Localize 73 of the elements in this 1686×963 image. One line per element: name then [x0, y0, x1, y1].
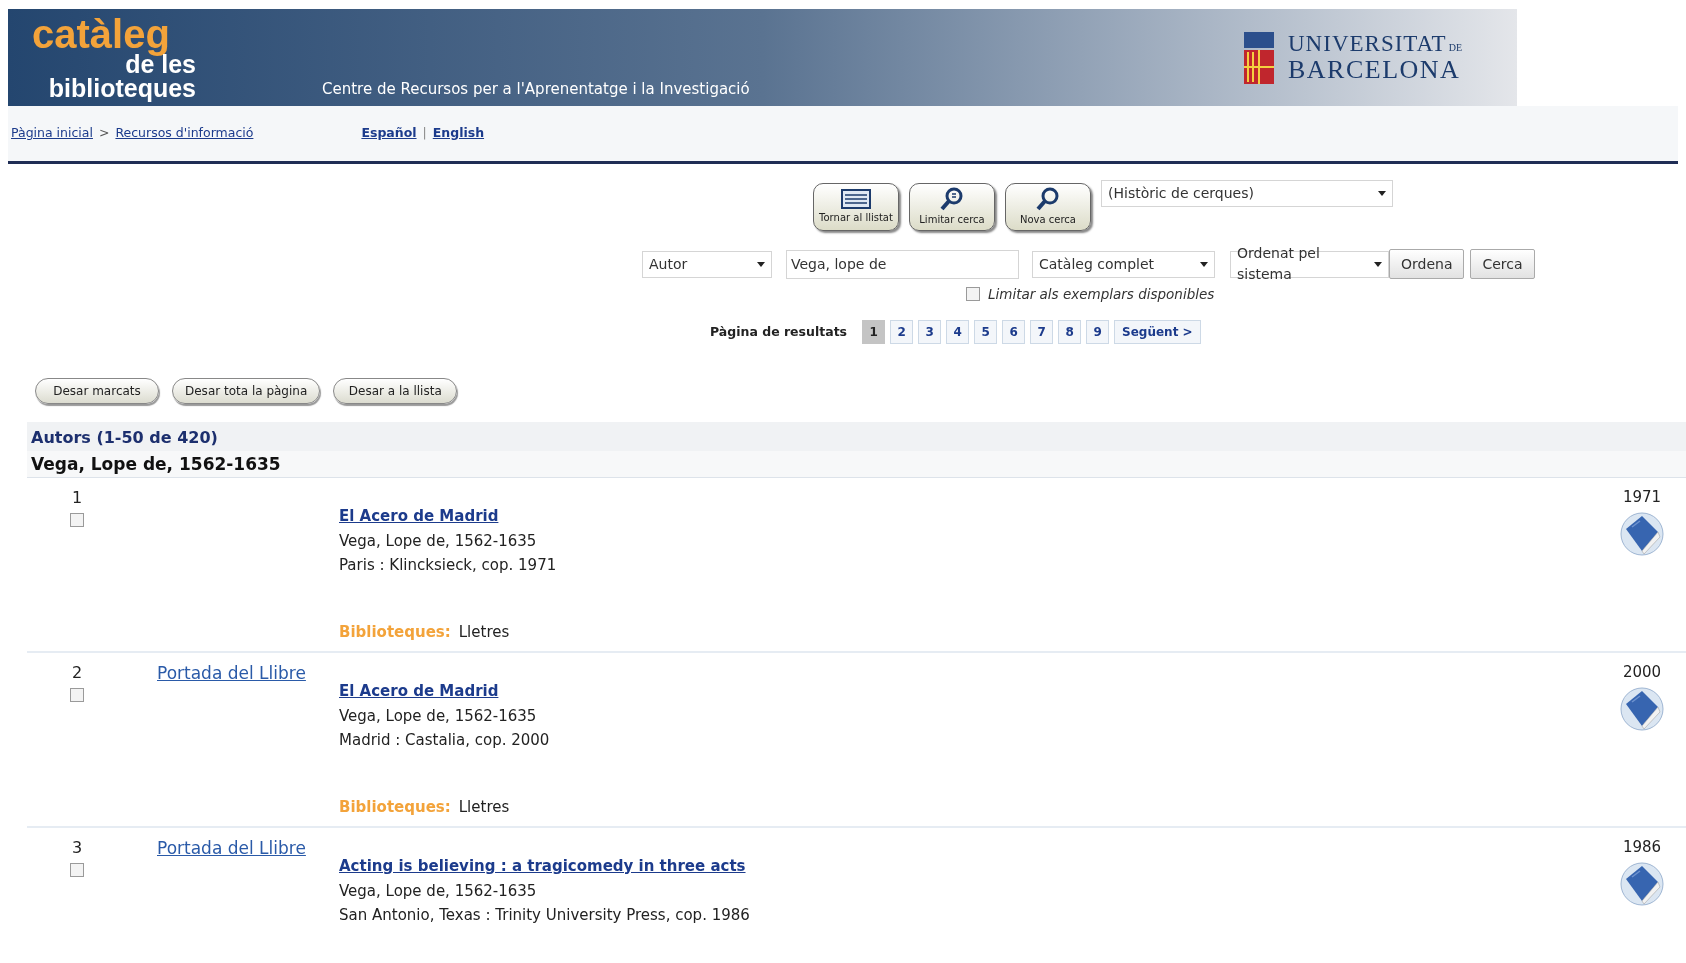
next-page-link[interactable]: Següent > [1114, 320, 1201, 345]
toolbar-button[interactable]: Limitar cerca [909, 183, 995, 231]
checkbox[interactable] [966, 287, 980, 302]
page-link[interactable]: 3 [918, 320, 942, 345]
result-checkbox[interactable] [70, 688, 84, 703]
page-link[interactable]: 5 [974, 320, 998, 345]
result-checkbox[interactable] [70, 513, 84, 528]
book-icon [1620, 860, 1664, 907]
result-number: 3 [71, 837, 83, 860]
result-number: 2 [71, 662, 83, 685]
page-link[interactable]: 8 [1058, 320, 1082, 345]
author-heading: Vega, Lope de, 1562-1635 [27, 451, 1686, 479]
save-button[interactable]: Desar tota la pàgina [172, 378, 321, 405]
cover-link[interactable]: Portada del Llibre [157, 838, 306, 859]
title-link[interactable]: El Acero de Madrid [339, 505, 499, 528]
library-text: Lletres [458, 796, 510, 818]
year-text: 1971 [1622, 487, 1662, 509]
banner-subtitle: Centre de Recursos per a l'Aprenentatge i la Investigació [322, 78, 750, 100]
breadcrumb-link[interactable]: Pàgina inicial [11, 124, 93, 143]
page-link[interactable]: 7 [1030, 320, 1054, 345]
caret-icon [1200, 261, 1208, 267]
pagination-label: Pàgina de resultats [710, 322, 848, 341]
language-separator: | [422, 124, 427, 143]
page-link[interactable]: 1 [862, 320, 886, 345]
search-field[interactable]: Vega, lope de [786, 249, 1019, 279]
library-text: Lletres [458, 621, 510, 643]
university-name: DE [1448, 43, 1462, 53]
language-link[interactable]: English [432, 124, 485, 143]
breadcrumb-separator: > [98, 124, 110, 143]
publisher-text: Paris : Klincksieck, cop. 1971 [339, 555, 558, 577]
book-icon [1620, 685, 1664, 732]
caret-icon [1374, 261, 1382, 267]
university-name: UNIVERSITAT [1288, 32, 1447, 55]
breadcrumb-link[interactable]: Recursos d'informació [115, 124, 254, 143]
magnifier-icon [939, 187, 965, 211]
caret-icon [757, 261, 765, 267]
book-icon [1620, 510, 1664, 557]
search-button[interactable]: Cerca [1470, 249, 1535, 279]
year-text: 2000 [1622, 662, 1662, 684]
result-number: 1 [71, 487, 83, 510]
catalog-select[interactable]: Catàleg complet [1032, 250, 1215, 278]
page-link[interactable]: 9 [1086, 320, 1110, 345]
results-summary: Autors (1-50 de 420) [30, 427, 219, 450]
sort-button[interactable]: Ordena [1389, 249, 1465, 279]
result-checkbox[interactable] [70, 863, 84, 878]
publisher-text: San Antonio, Texas : Trinity University Press, cop. 1986 [339, 905, 751, 927]
field-select[interactable]: Autor [642, 250, 772, 278]
checkbox-label: Limitar als exemplars disponibles [988, 285, 1215, 304]
university-name: BARCELONA [1288, 57, 1462, 83]
caret-icon [1378, 191, 1386, 196]
author-text: Vega, Lope de, 1562-1635 [339, 530, 538, 552]
cover-link[interactable]: Portada del Llibre [157, 663, 306, 684]
author-text: Vega, Lope de, 1562-1635 [339, 880, 538, 902]
language-link[interactable]: Español [361, 124, 417, 143]
search-history-select[interactable]: (Històric de cerques) [1101, 180, 1393, 207]
libraries-label: Biblioteques: [339, 621, 451, 643]
coat-of-arms-icon [1242, 29, 1276, 86]
save-button[interactable]: Desar marcats [35, 378, 159, 405]
list-icon [841, 189, 871, 209]
page-link[interactable]: 2 [890, 320, 914, 345]
save-button[interactable]: Desar a la llista [333, 378, 458, 405]
author-text: Vega, Lope de, 1562-1635 [339, 705, 538, 727]
toolbar-button[interactable]: Tornar al llistat [813, 183, 899, 231]
logo-text: biblioteques [48, 76, 196, 101]
title-link[interactable]: El Acero de Madrid [339, 680, 499, 703]
year-text: 1986 [1622, 837, 1662, 859]
libraries-label: Biblioteques: [339, 796, 451, 818]
page-link[interactable]: 4 [946, 320, 970, 345]
title-link[interactable]: Acting is believing : a tragicomedy in three acts [339, 855, 746, 878]
toolbar-button[interactable]: Nova cerca [1005, 183, 1091, 231]
page-link[interactable]: 6 [1002, 320, 1026, 345]
publisher-text: Madrid : Castalia, cop. 2000 [339, 730, 551, 752]
search-icon [1035, 187, 1061, 211]
